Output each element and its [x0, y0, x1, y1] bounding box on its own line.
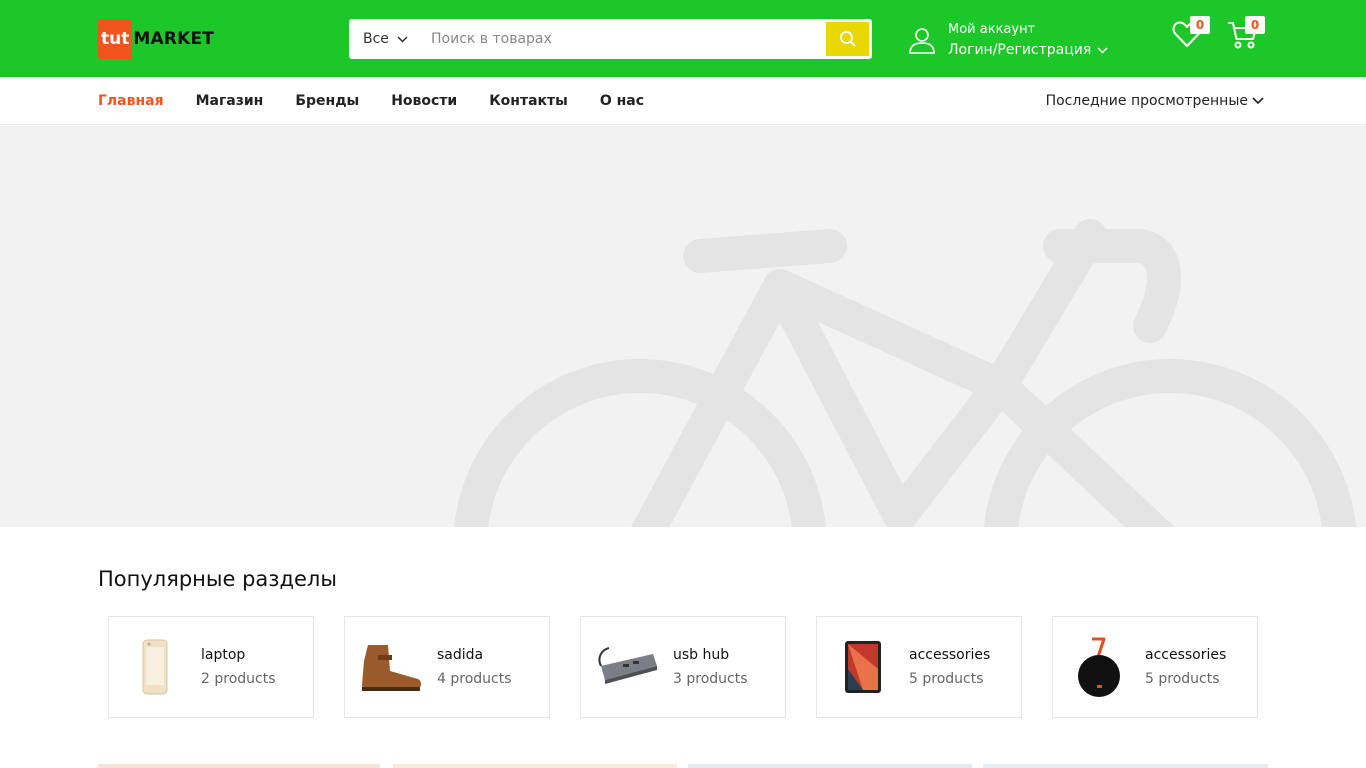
- category-card[interactable]: sadida 4 products: [344, 616, 550, 718]
- main-navigation: Главная Магазин Бренды Новости Контакты …: [0, 77, 1366, 125]
- tablet-image: [845, 641, 881, 693]
- category-count: 4 products: [437, 671, 512, 687]
- wishlist-count-badge: 0: [1190, 16, 1210, 34]
- nav-item-contacts[interactable]: Контакты: [489, 93, 568, 109]
- category-name: laptop: [201, 647, 246, 663]
- nav-item-news[interactable]: Новости: [391, 93, 457, 109]
- promo-banner[interactable]: [688, 764, 972, 768]
- category-name: usb hub: [673, 647, 730, 663]
- chevron-down-icon: [1252, 97, 1264, 105]
- category-card[interactable]: usb hub 3 products: [580, 616, 786, 718]
- recently-viewed-dropdown[interactable]: Последние просмотренные: [1046, 77, 1264, 125]
- usb-hub-image: [598, 647, 657, 684]
- category-name: sadida: [437, 647, 484, 663]
- site-logo[interactable]: tut MARKET: [98, 19, 214, 59]
- chevron-down-icon: [1097, 46, 1108, 54]
- category-count: 5 products: [909, 671, 984, 687]
- logo-part-market: MARKET: [133, 29, 215, 49]
- promo-banner[interactable]: [98, 764, 380, 768]
- search-category-select[interactable]: Все: [349, 31, 419, 47]
- popular-categories-list: laptop 2 products sadida 4 products usb …: [108, 616, 1258, 718]
- nav-item-shop[interactable]: Магазин: [196, 93, 264, 109]
- category-count: 5 products: [1145, 671, 1220, 687]
- recently-viewed-label: Последние просмотренные: [1045, 93, 1248, 109]
- header-bar: tut MARKET Все Мой аккаунт Логин/Регистр…: [0, 0, 1366, 77]
- popular-sections-title: Популярные разделы: [98, 567, 337, 591]
- chevron-down-icon: [397, 35, 408, 43]
- bicycle-watermark-image: [454, 219, 1356, 527]
- login-register-label: Логин/Регистрация: [948, 42, 1092, 58]
- account-title: Мой аккаунт: [948, 22, 1036, 37]
- nav-item-home[interactable]: Главная: [98, 93, 164, 109]
- nav-item-brands[interactable]: Бренды: [295, 93, 359, 109]
- login-register-link[interactable]: Логин/Регистрация: [948, 40, 1108, 60]
- cart-button[interactable]: 0: [1227, 16, 1265, 54]
- search-button[interactable]: [826, 22, 869, 56]
- search-icon: [839, 31, 856, 47]
- search-category-label: Все: [363, 31, 389, 47]
- cart-count-badge: 0: [1245, 16, 1265, 34]
- nav-item-about[interactable]: О нас: [600, 93, 644, 109]
- account-menu[interactable]: Мой аккаунт Логин/Регистрация: [908, 19, 1108, 61]
- speaker-image: [1078, 637, 1120, 697]
- category-card[interactable]: accessories 5 products: [1052, 616, 1258, 718]
- search-bar: Все: [349, 19, 872, 59]
- phone-image: [142, 639, 168, 695]
- boot-image: [362, 645, 421, 691]
- promo-banner[interactable]: [983, 764, 1268, 768]
- user-icon: [909, 28, 935, 54]
- category-card[interactable]: accessories 5 products: [816, 616, 1022, 718]
- logo-part-tut: tut: [98, 19, 133, 59]
- promo-banner[interactable]: [393, 764, 677, 768]
- category-card[interactable]: laptop 2 products: [108, 616, 314, 718]
- category-count: 2 products: [201, 671, 276, 687]
- category-count: 3 products: [673, 671, 748, 687]
- hero-banner[interactable]: [0, 126, 1366, 527]
- search-input[interactable]: [419, 19, 826, 59]
- wishlist-button[interactable]: 0: [1172, 16, 1210, 52]
- category-name: accessories: [1145, 647, 1227, 663]
- category-name: accessories: [909, 647, 991, 663]
